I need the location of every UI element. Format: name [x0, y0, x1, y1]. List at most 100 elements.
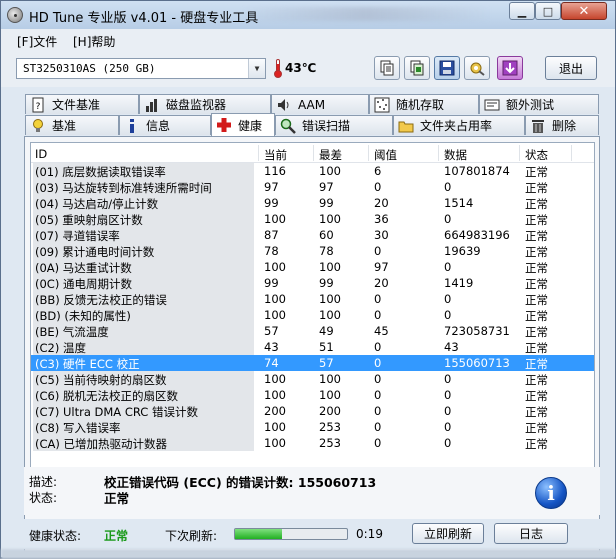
- tab-label: 错误扫描: [302, 119, 351, 133]
- table-row[interactable]: (09) 累计通电时间计数 78 78 0 19639 正常: [31, 243, 594, 259]
- maximize-button[interactable]: □: [535, 2, 561, 20]
- save-icon: [439, 60, 455, 76]
- refresh-countdown: 0:19: [356, 527, 383, 541]
- col-worst[interactable]: 最差: [319, 147, 342, 163]
- cell-worst: 100: [319, 212, 341, 226]
- cell-data: 0: [444, 388, 452, 402]
- tab-aam[interactable]: AAM: [271, 94, 369, 114]
- cell-data: 19639: [444, 244, 481, 258]
- cell-current: 100: [264, 436, 286, 450]
- cell-data: 107801874: [444, 164, 510, 178]
- chevron-down-icon[interactable]: ▼: [248, 59, 265, 78]
- progress-fill: [235, 529, 283, 539]
- tab-info[interactable]: 信息: [119, 115, 211, 135]
- table-row[interactable]: (C6) 脱机无法校正的扇区数 100 100 0 0 正常: [31, 387, 594, 403]
- table-row[interactable]: (C7) Ultra DMA CRC 错误计数 200 200 0 0 正常: [31, 403, 594, 419]
- minimize-button[interactable]: ▁: [509, 2, 535, 20]
- cell-current: 100: [264, 388, 286, 402]
- cell-worst: 100: [319, 372, 341, 386]
- cell-current: 74: [264, 356, 279, 370]
- drive-select[interactable]: ST3250310AS (250 GB) ▼: [16, 58, 266, 79]
- close-button[interactable]: ✕: [561, 2, 607, 20]
- tab-file-benchmark[interactable]: ? 文件基准: [25, 94, 139, 114]
- cell-id: (0A) 马达重试计数: [35, 261, 132, 275]
- table-row[interactable]: (0A) 马达重试计数 100 100 97 0 正常: [31, 259, 594, 275]
- tab-label: 删除: [552, 119, 577, 133]
- cell-status: 正常: [525, 293, 548, 307]
- table-row[interactable]: (C2) 温度 43 51 0 43 正常: [31, 339, 594, 355]
- cell-id: (C7) Ultra DMA CRC 错误计数: [35, 405, 198, 419]
- copy-text-button[interactable]: [374, 56, 400, 80]
- col-current[interactable]: 当前: [264, 147, 287, 163]
- cell-data: 0: [444, 292, 452, 306]
- cell-worst: 99: [319, 196, 334, 210]
- cell-status: 正常: [525, 181, 548, 195]
- options-button[interactable]: [464, 56, 490, 80]
- table-row[interactable]: (C8) 写入错误率 100 253 0 0 正常: [31, 419, 594, 435]
- info-icon: [124, 118, 140, 134]
- cell-current: 200: [264, 404, 286, 418]
- cell-status: 正常: [525, 357, 548, 371]
- table-row[interactable]: (CA) 已增加热驱动计数器 100 253 0 0 正常: [31, 435, 594, 451]
- tab-disk-monitor[interactable]: 磁盘监视器: [139, 94, 271, 114]
- table-row[interactable]: (BD) (未知的属性) 100 100 0 0 正常: [31, 307, 594, 323]
- exit-button[interactable]: 退出: [545, 56, 597, 80]
- cell-status: 正常: [525, 165, 548, 179]
- cell-current: 87: [264, 228, 279, 242]
- cell-current: 100: [264, 372, 286, 386]
- cell-data: 155060713: [444, 356, 510, 370]
- table-row[interactable]: (BE) 气流温度 57 49 45 723058731 正常: [31, 323, 594, 339]
- cell-threshold: 0: [374, 372, 382, 386]
- app-window: HD Tune 专业版 v4.01 - 硬盘专业工具 ▁ □ ✕ [F]文件 […: [0, 0, 616, 559]
- cell-threshold: 6: [374, 164, 382, 178]
- svg-text:?: ?: [36, 102, 41, 112]
- info-circle-icon[interactable]: i: [535, 477, 567, 509]
- tab-health[interactable]: 健康: [211, 113, 275, 136]
- cell-threshold: 30: [374, 228, 389, 242]
- table-row[interactable]: (BB) 反馈无法校正的错误 100 100 0 0 正常: [31, 291, 594, 307]
- table-row[interactable]: (01) 底层数据读取错误率 116 100 6 107801874 正常: [31, 163, 594, 179]
- log-button[interactable]: 日志: [494, 523, 568, 544]
- options-icon: [470, 62, 485, 76]
- smart-table[interactable]: ID 当前 最差 阈值 数据 状态 (01) 底层数据读取错误率 116 100 6 1…: [30, 142, 595, 468]
- table-row[interactable]: (C5) 当前待映射的扇区数 100 100 0 0 正常: [31, 371, 594, 387]
- trash-icon: [530, 118, 546, 134]
- table-row[interactable]: (07) 寻道错误率 87 60 30 664983196 正常: [31, 227, 594, 243]
- save-button[interactable]: [434, 56, 460, 80]
- table-row[interactable]: (05) 重映射扇区计数 100 100 36 0 正常: [31, 211, 594, 227]
- menu-file[interactable]: [F]文件: [17, 33, 57, 50]
- blurred-background: [241, 7, 491, 21]
- download-button[interactable]: [497, 56, 523, 80]
- description-label: 描述:: [29, 475, 58, 489]
- cell-id: (0C) 通电周期计数: [35, 277, 132, 291]
- table-row[interactable]: (03) 马达旋转到标准转速所需时间 97 97 0 0 正常: [31, 179, 594, 195]
- col-threshold[interactable]: 阈值: [374, 147, 397, 163]
- tab-extra-tests[interactable]: 额外测试: [479, 94, 599, 114]
- tab-folder-usage[interactable]: 文件夹占用率: [393, 115, 525, 135]
- cell-current: 78: [264, 244, 279, 258]
- table-row[interactable]: (C3) 硬件 ECC 校正 74 57 0 155060713 正常: [31, 355, 594, 371]
- cell-threshold: 0: [374, 308, 382, 322]
- cell-threshold: 36: [374, 212, 389, 226]
- col-data[interactable]: 数据: [444, 147, 467, 163]
- cell-id: (C3) 硬件 ECC 校正: [35, 357, 140, 371]
- cell-id: (C2) 温度: [35, 341, 86, 355]
- title-bar[interactable]: HD Tune 专业版 v4.01 - 硬盘专业工具 ▁ □ ✕: [1, 1, 615, 29]
- table-row[interactable]: (0C) 通电周期计数 99 99 20 1419 正常: [31, 275, 594, 291]
- col-id[interactable]: ID: [35, 147, 47, 161]
- copy-screenshot-button[interactable]: [404, 56, 430, 80]
- refresh-now-button[interactable]: 立即刷新: [412, 523, 484, 544]
- tab-error-scan[interactable]: 错误扫描: [275, 115, 393, 135]
- menu-help[interactable]: [H]帮助: [73, 33, 115, 50]
- hdd-app-icon: [7, 7, 23, 23]
- tab-random-access[interactable]: 随机存取: [369, 94, 479, 114]
- cell-id: (CA) 已增加热驱动计数器: [35, 437, 168, 451]
- tab-benchmark[interactable]: 基准: [25, 115, 119, 135]
- col-status[interactable]: 状态: [525, 147, 548, 163]
- description-value: 校正错误代码 (ECC) 的错误计数: 155060713: [104, 475, 377, 490]
- cell-id: (C6) 脱机无法校正的扇区数: [35, 389, 178, 403]
- table-row[interactable]: (04) 马达启动/停止计数 99 99 20 1514 正常: [31, 195, 594, 211]
- cell-current: 100: [264, 260, 286, 274]
- cell-status: 正常: [525, 309, 548, 323]
- tab-erase[interactable]: 删除: [525, 115, 599, 135]
